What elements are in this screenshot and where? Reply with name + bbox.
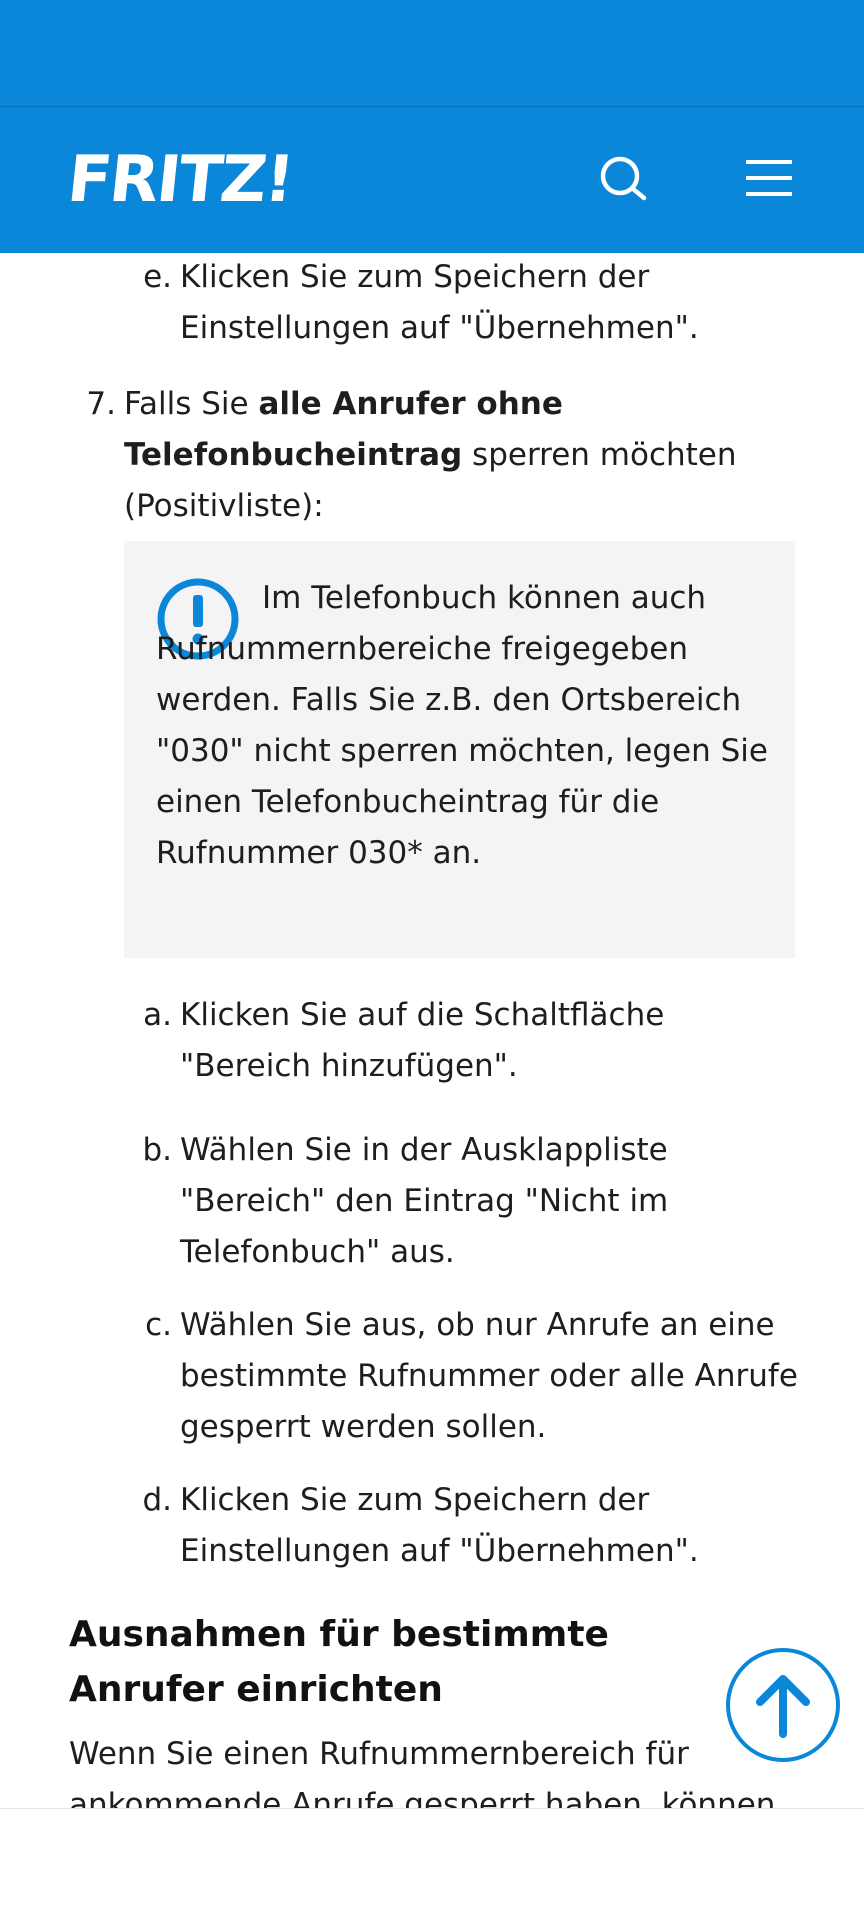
arrow-up-icon [756, 1675, 810, 1738]
list-marker: d. [142, 1482, 172, 1518]
list-item-text: Klicken Sie auf die Schaltfläche "Bereic… [180, 997, 665, 1084]
list-item-text: Klicken Sie zum Speichern der Einstellun… [180, 1482, 699, 1569]
note-text: Im Telefonbuch können auch Rufnummernber… [156, 580, 768, 871]
section-heading: Ausnahmen für bestimmte Anrufer einricht… [69, 1614, 609, 1710]
status-bar [0, 0, 864, 106]
bottom-bar [0, 1808, 864, 1921]
list-marker: e. [143, 259, 172, 295]
scroll-to-top-button[interactable] [726, 1648, 840, 1762]
article-content: e. Klicken Sie zum Speichern der Einstel… [0, 252, 864, 1808]
list-item-text: Klicken Sie zum Speichern der Einstellun… [180, 259, 699, 346]
paragraph: Wenn Sie einen Rufnummernbereich für ank… [69, 1736, 776, 1808]
fritz-logo[interactable]: FRITZ! [64, 140, 296, 220]
list-marker: c. [145, 1307, 172, 1343]
search-button[interactable] [596, 152, 652, 208]
hamburger-menu-icon [746, 160, 792, 196]
list-marker: a. [143, 997, 172, 1033]
step-text: Falls Sie alle Anrufer ohne Telefonbuche… [124, 386, 737, 524]
list-item-text: Wählen Sie aus, ob nur Anrufe an eine be… [180, 1307, 798, 1445]
list-marker: b. [142, 1132, 172, 1168]
menu-button[interactable] [744, 156, 796, 200]
step-number: 7. [86, 386, 116, 422]
search-icon [600, 156, 647, 201]
list-item-text: Wählen Sie in der Ausklappliste "Bereich… [180, 1132, 669, 1270]
info-note: Im Telefonbuch können auch Rufnummernber… [124, 541, 795, 958]
